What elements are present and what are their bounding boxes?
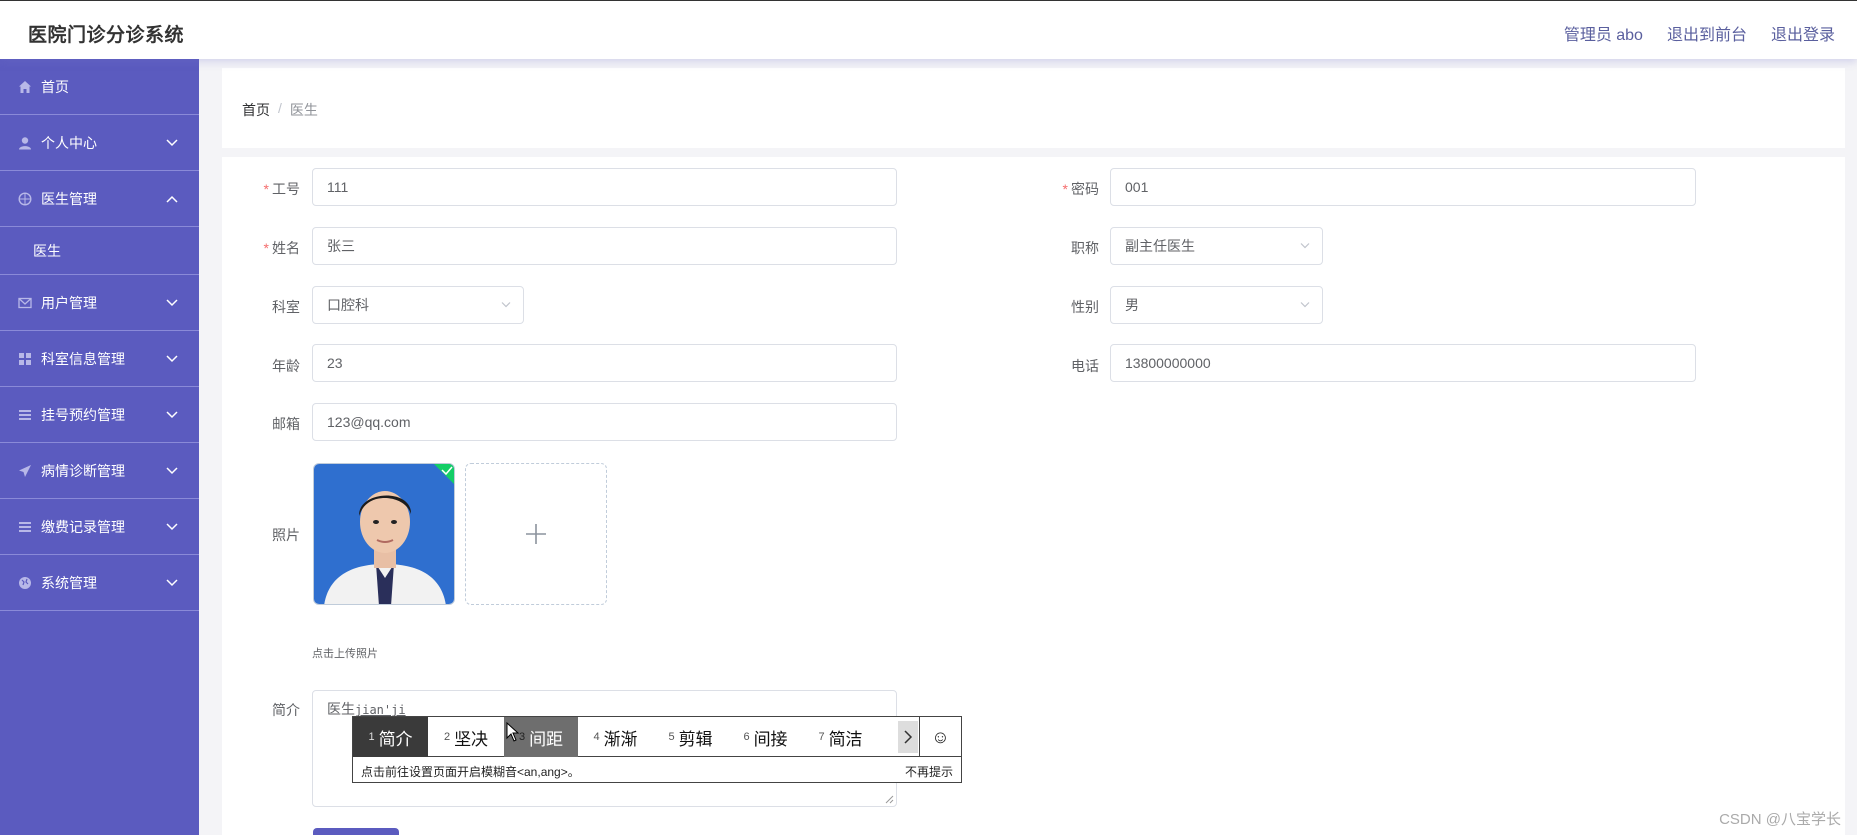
- sidebar-item-label: 挂号预约管理: [41, 406, 125, 423]
- nianling-label: 年龄: [272, 358, 300, 374]
- sidebar-item-label: 病情诊断管理: [41, 462, 125, 479]
- xingbie-value: 男: [1125, 297, 1139, 313]
- gonghao-label: * 工号: [263, 181, 300, 197]
- sidebar-item-department-info[interactable]: 科室信息管理: [0, 331, 199, 387]
- smiley-icon: ☺: [931, 726, 950, 747]
- chevron-down-icon: [166, 298, 178, 306]
- logout-link[interactable]: 退出登录: [1771, 21, 1835, 45]
- dianhua-label: 电话: [1071, 358, 1099, 374]
- keshi-value: 口腔科: [327, 297, 369, 313]
- header-links: 管理员 abo 退出到前台 退出登录: [1564, 21, 1835, 45]
- ime-next-page-button[interactable]: [898, 721, 918, 753]
- sidebar: 首页 个人中心 医生管理 医生 用户管理 科室信息管理 挂号预约管理 病情诊断管…: [0, 59, 199, 835]
- ime-candidate-4[interactable]: 4 渐渐: [578, 717, 653, 757]
- mima-label: * 密码: [1062, 181, 1099, 197]
- chevron-down-icon: [166, 578, 178, 586]
- list-icon: [17, 407, 33, 423]
- app-title: 医院门诊分诊系统: [28, 25, 185, 46]
- sidebar-item-system-management[interactable]: 系统管理: [0, 555, 199, 611]
- ime-dismiss-hint[interactable]: 不再提示: [905, 763, 953, 780]
- zhicheng-label: 职称: [1071, 240, 1099, 256]
- ime-candidate-5[interactable]: 5 剪辑: [653, 717, 728, 757]
- ime-composing-text: jian'ji: [355, 703, 406, 717]
- watermark: CSDN @八宝学长: [1719, 811, 1841, 828]
- submit-button[interactable]: [313, 828, 399, 835]
- grid-icon: [17, 351, 33, 367]
- emoji-button[interactable]: ☺: [919, 717, 961, 757]
- doctor-portrait-image: [314, 464, 454, 604]
- dianhua-input[interactable]: 13800000000: [1110, 344, 1696, 382]
- photo-thumbnail[interactable]: [313, 463, 455, 605]
- chevron-down-icon: [166, 466, 178, 474]
- sidebar-item-label: 科室信息管理: [41, 350, 125, 367]
- sidebar-item-personal-center[interactable]: 个人中心: [0, 115, 199, 171]
- sidebar-item-label: 用户管理: [41, 294, 97, 311]
- chevron-down-icon: [166, 354, 178, 362]
- sidebar-item-doctor[interactable]: 医生: [0, 227, 199, 275]
- ime-candidate-2[interactable]: 2 坚决: [428, 717, 504, 757]
- home-icon: [17, 79, 33, 95]
- chevron-down-icon: [1300, 302, 1310, 308]
- plus-icon: [526, 524, 546, 544]
- sidebar-item-registration[interactable]: 挂号预约管理: [0, 387, 199, 443]
- ime-hint-text[interactable]: 点击前往设置页面开启模糊音<an,ang>。: [361, 763, 580, 780]
- xingming-input[interactable]: 张三: [312, 227, 897, 265]
- ime-candidate-row: 1 简介 2 坚决 3 间距 4 渐渐 5 剪辑 6 间接 7 简洁 ☺: [353, 717, 961, 757]
- xingbie-select[interactable]: 男: [1110, 286, 1323, 324]
- breadcrumb-separator: /: [278, 100, 282, 116]
- breadcrumb-home[interactable]: 首页: [242, 100, 270, 120]
- chevron-down-icon: [1300, 243, 1310, 249]
- zhicheng-select[interactable]: 副主任医生: [1110, 227, 1323, 265]
- send-icon: [17, 463, 33, 479]
- sidebar-item-user-management[interactable]: 用户管理: [0, 275, 199, 331]
- gonghao-input[interactable]: 111: [312, 168, 897, 206]
- mail-icon: [17, 295, 33, 311]
- ime-candidate-window: 1 简介 2 坚决 3 间距 4 渐渐 5 剪辑 6 间接 7 简洁 ☺ 点击前往设置页面开启…: [352, 716, 962, 783]
- nianling-input[interactable]: 23: [312, 344, 897, 382]
- keshi-select[interactable]: 口腔科: [312, 286, 524, 324]
- sidebar-item-home[interactable]: 首页: [0, 59, 199, 115]
- photo-upload-button[interactable]: [465, 463, 607, 605]
- globe-icon: [17, 575, 33, 591]
- chevron-up-icon: [166, 195, 178, 203]
- chevron-down-icon: [166, 522, 178, 530]
- youxiang-label: 邮箱: [272, 416, 300, 432]
- ime-candidate-6[interactable]: 6 间接: [728, 717, 803, 757]
- list-icon: [17, 519, 33, 535]
- mouse-cursor-icon: [506, 722, 520, 742]
- chevron-down-icon: [166, 410, 178, 418]
- jianjie-label: 简介: [272, 702, 300, 718]
- sidebar-item-payment-records[interactable]: 缴费记录管理: [0, 499, 199, 555]
- xingbie-label: 性别: [1071, 299, 1099, 315]
- sidebar-item-label: 系统管理: [41, 574, 97, 591]
- sidebar-item-label: 个人中心: [41, 134, 97, 151]
- chevron-down-icon: [166, 138, 178, 146]
- xingming-label: * 姓名: [263, 240, 300, 256]
- chevron-right-icon: [904, 730, 913, 744]
- ime-candidate-7[interactable]: 7 简洁: [803, 717, 878, 757]
- jianjie-value: 医生: [327, 701, 355, 717]
- admin-user-link[interactable]: 管理员 abo: [1564, 21, 1643, 45]
- sidebar-item-diagnosis[interactable]: 病情诊断管理: [0, 443, 199, 499]
- breadcrumb-card: 首页 / 医生: [222, 68, 1845, 148]
- youxiang-input[interactable]: 123@qq.com: [312, 403, 897, 441]
- mima-input[interactable]: 001: [1110, 168, 1696, 206]
- breadcrumb-current: 医生: [289, 102, 318, 118]
- sidebar-item-label: 医生管理: [41, 190, 97, 207]
- sidebar-item-label: 缴费记录管理: [41, 518, 125, 535]
- sidebar-item-label: 首页: [41, 78, 69, 95]
- back-to-front-link[interactable]: 退出到前台: [1667, 21, 1747, 45]
- top-header: 医院门诊分诊系统 管理员 abo 退出到前台 退出登录: [0, 0, 1857, 59]
- sidebar-item-doctor-management[interactable]: 医生管理: [0, 171, 199, 227]
- breadcrumb: 首页 / 医生: [242, 100, 318, 120]
- upload-tip: 点击上传照片: [312, 648, 378, 660]
- chevron-down-icon: [501, 302, 511, 308]
- keshi-label: 科室: [272, 299, 300, 315]
- resize-handle-icon[interactable]: [885, 795, 894, 804]
- user-icon: [17, 135, 33, 151]
- compass-icon: [17, 191, 33, 207]
- zhicheng-value: 副主任医生: [1125, 238, 1195, 254]
- zhaopian-label: 照片: [272, 527, 300, 543]
- ime-candidate-1[interactable]: 1 简介: [353, 717, 428, 757]
